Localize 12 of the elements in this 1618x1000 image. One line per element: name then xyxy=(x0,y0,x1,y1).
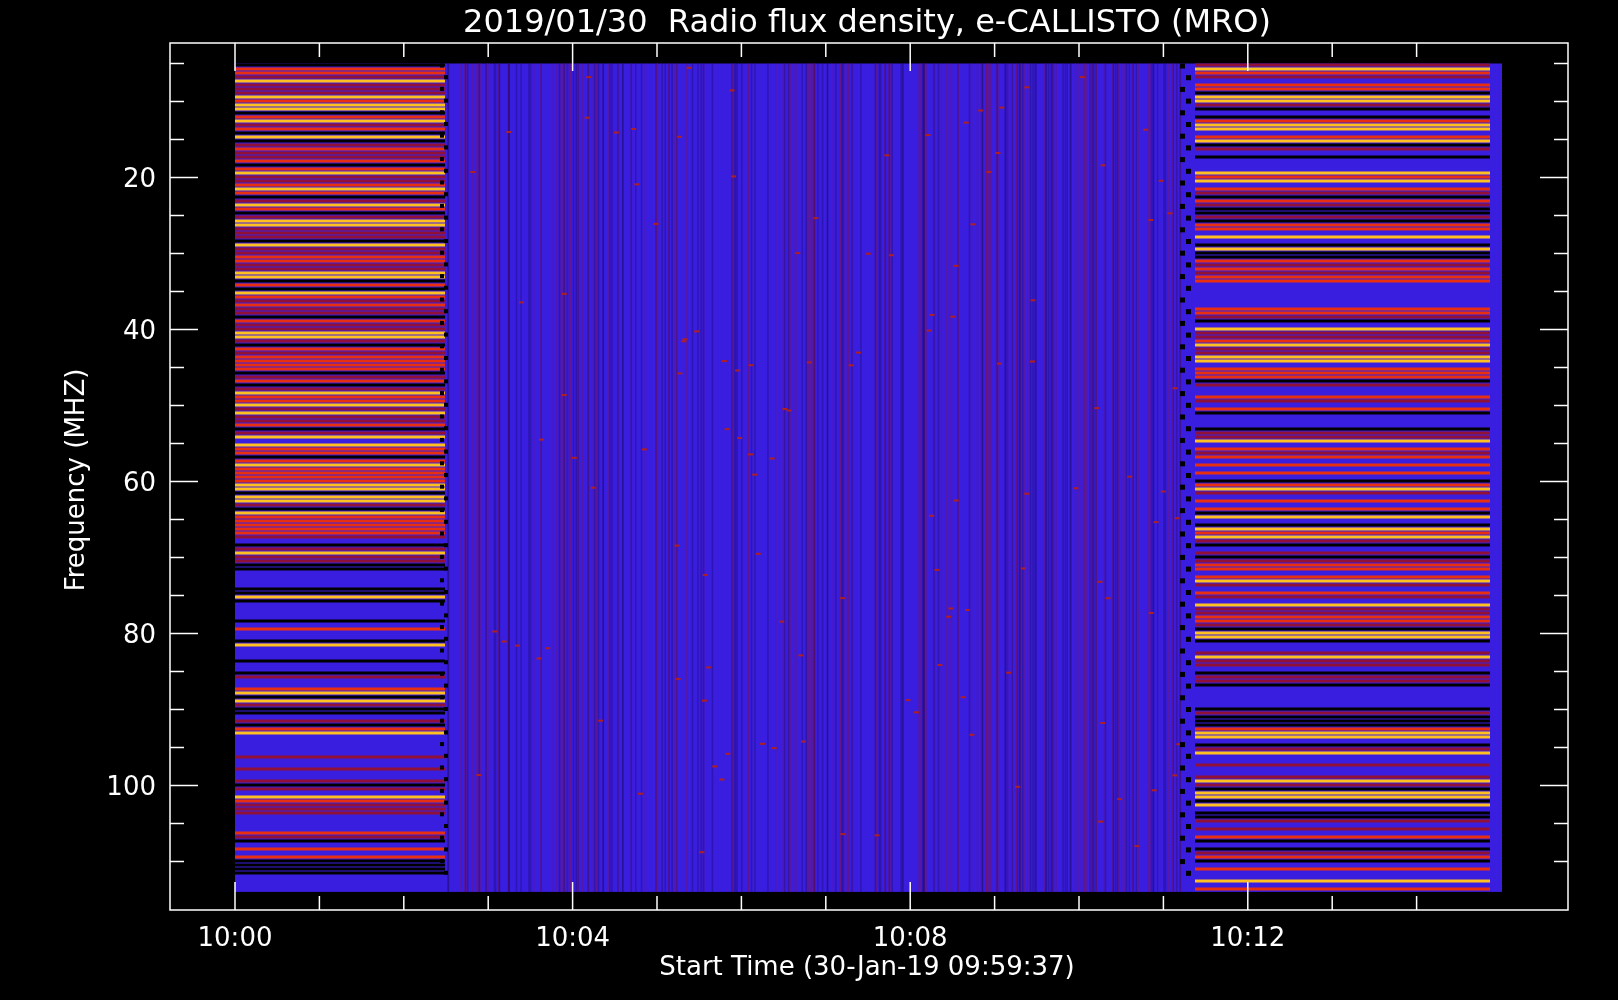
tick-label: 10:08 xyxy=(872,922,948,952)
tick-label: 10:12 xyxy=(1210,922,1286,952)
tick-label: 20 xyxy=(122,162,156,193)
tick-label: 10:00 xyxy=(197,922,273,952)
tick-label: 40 xyxy=(122,314,156,345)
chart-title: 2019/01/30 Radio flux density, e-CALLISTO (MRO) xyxy=(463,2,1271,40)
tick-label: 80 xyxy=(122,618,156,649)
tick-label: 60 xyxy=(122,466,156,497)
axis-label: Start Time (30-Jan-19 09:59:37) xyxy=(659,951,1075,981)
tick-label: 100 xyxy=(106,770,156,801)
axis-label: Frequency (MHZ) xyxy=(60,368,90,592)
tick-label: 10:04 xyxy=(535,922,611,952)
